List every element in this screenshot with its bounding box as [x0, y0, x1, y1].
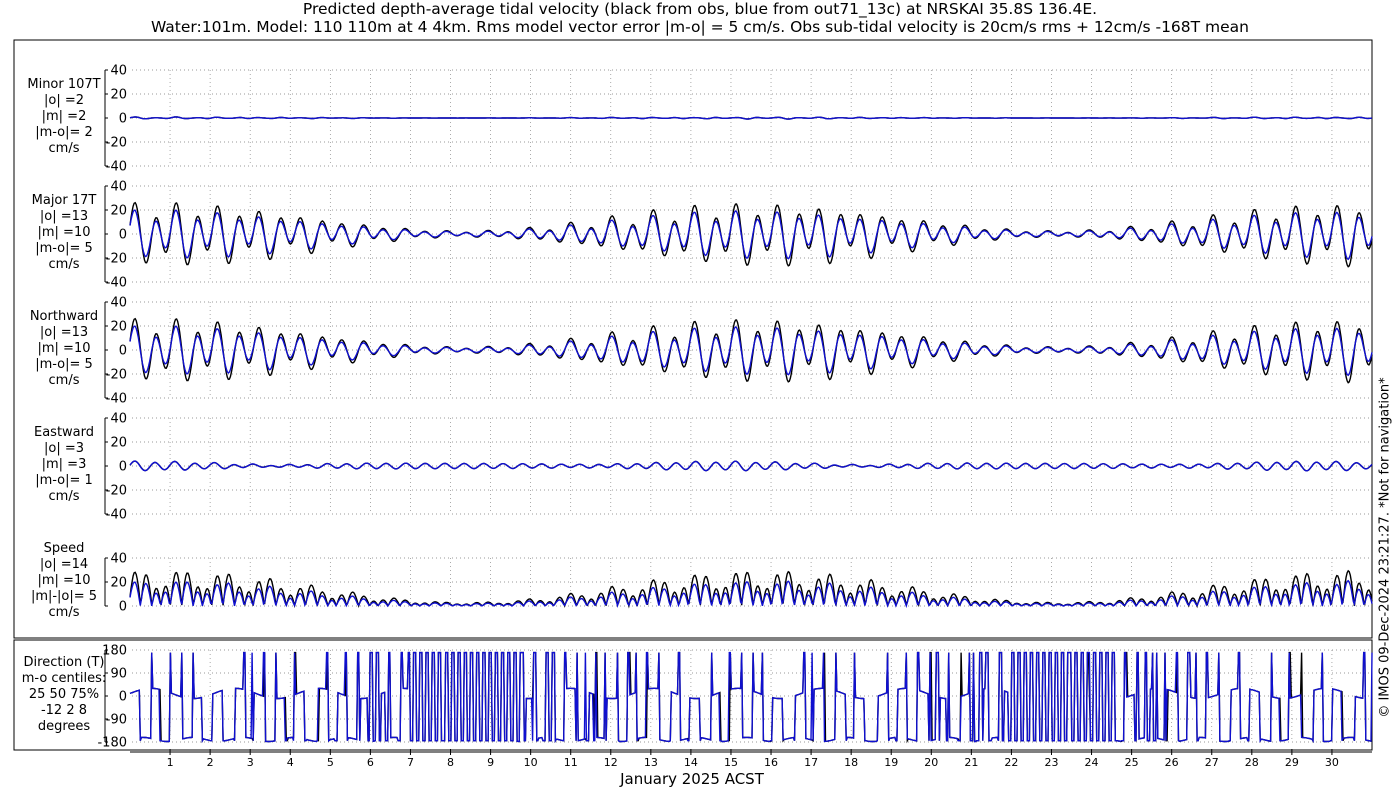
y-tick-label: -40: [106, 392, 127, 407]
x-tick-label: 16: [764, 756, 778, 769]
x-tick-label: 29: [1285, 756, 1299, 769]
y-tick-label: -20: [106, 484, 127, 499]
panel-label-minor: cm/s: [49, 141, 80, 156]
x-tick-label: 27: [1205, 756, 1219, 769]
y-tick-label: 0: [119, 600, 127, 615]
y-tick-label: 0: [119, 112, 127, 127]
x-tick-label: 1: [167, 756, 174, 769]
x-tick-label: 4: [287, 756, 294, 769]
panel-label-speed: Speed: [44, 541, 85, 556]
panel-label-speed: |o| =14: [40, 557, 88, 572]
x-tick-label: 13: [644, 756, 658, 769]
panel-label-speed: cm/s: [49, 605, 80, 620]
panel-label-direction: 25 50 75%: [29, 687, 99, 702]
x-tick-label: 7: [407, 756, 414, 769]
x-tick-label: 15: [724, 756, 738, 769]
y-tick-label: 40: [110, 412, 127, 427]
x-tick-label: 17: [804, 756, 818, 769]
y-tick-label: 20: [110, 576, 127, 591]
panel-label-northward: |m-o|= 5: [35, 357, 93, 372]
panel-label-direction: degrees: [38, 719, 91, 734]
series-model-minor: [129, 116, 1373, 120]
y-tick-label: 0: [119, 690, 127, 705]
y-tick-label: 180: [102, 644, 127, 659]
panel-label-minor: |o| =2: [44, 93, 84, 108]
upper-frame: [13, 39, 1373, 639]
panel-label-eastward: Eastward: [34, 425, 94, 440]
x-tick-label: 24: [1085, 756, 1099, 769]
x-tick-label: 28: [1245, 756, 1259, 769]
y-tick-label: 40: [110, 552, 127, 567]
panel-label-speed: |m|-|o|= 5: [31, 589, 97, 604]
y-tick-label: -20: [106, 368, 127, 383]
panel-label-major: |o| =13: [40, 209, 88, 224]
panel-label-eastward: |o| =3: [44, 441, 84, 456]
y-tick-label: 40: [110, 64, 127, 79]
panel-label-minor: |m| =2: [42, 109, 87, 124]
panel-label-direction: m-o centiles:: [22, 671, 107, 686]
x-tick-label: 18: [844, 756, 858, 769]
panel-label-major: cm/s: [49, 257, 80, 272]
y-tick-label: -20: [106, 252, 127, 267]
x-tick-label: 20: [924, 756, 938, 769]
y-tick-label: 20: [110, 320, 127, 335]
series-model-direction: [129, 651, 1373, 744]
y-tick-label: 40: [110, 296, 127, 311]
panel-label-northward: cm/s: [49, 373, 80, 388]
x-tick-label: 12: [604, 756, 618, 769]
panel-label-major: |m| =10: [38, 225, 91, 240]
panel-label-direction: -12 2 8: [41, 703, 87, 718]
y-tick-label: -40: [106, 160, 127, 175]
x-tick-label: 10: [524, 756, 538, 769]
panel-label-northward: |m| =10: [38, 341, 91, 356]
panel-label-eastward: |m| =3: [42, 457, 87, 472]
panel-label-northward: |o| =13: [40, 325, 88, 340]
y-tick-label: -20: [106, 136, 127, 151]
y-tick-label: -180: [97, 736, 127, 751]
y-tick-label: 0: [119, 344, 127, 359]
x-tick-label: 14: [684, 756, 698, 769]
panel-label-eastward: |m-o|= 1: [35, 473, 93, 488]
panel-label-minor: Minor 107T: [27, 77, 100, 92]
y-tick-label: -90: [106, 713, 127, 728]
panel-label-minor: |m-o|= 2: [35, 125, 93, 140]
tidal-velocity-chart: 40200-20-40Minor 107T|o| =2|m| =2|m-o|= …: [13, 39, 1373, 788]
x-tick-label: 22: [1004, 756, 1018, 769]
y-tick-label: 20: [110, 204, 127, 219]
series-obs-direction: [129, 651, 1373, 744]
x-tick-label: 30: [1325, 756, 1339, 769]
x-tick-label: 26: [1165, 756, 1179, 769]
panel-label-northward: Northward: [30, 309, 98, 324]
x-tick-label: 6: [367, 756, 374, 769]
x-tick-label: 8: [447, 756, 454, 769]
panel-label-speed: |m| =10: [38, 573, 91, 588]
panel-label-major: Major 17T: [32, 193, 97, 208]
panel-label-direction: Direction (T): [24, 655, 105, 670]
y-tick-label: 20: [110, 88, 127, 103]
x-axis-label: January 2025 ACST: [619, 770, 765, 788]
x-tick-label: 9: [487, 756, 494, 769]
y-tick-label: 0: [119, 460, 127, 475]
y-tick-label: 40: [110, 180, 127, 195]
y-tick-label: 0: [119, 228, 127, 243]
y-tick-label: -40: [106, 508, 127, 523]
panel-label-eastward: cm/s: [49, 489, 80, 504]
x-tick-label: 5: [327, 756, 334, 769]
x-tick-label: 19: [884, 756, 898, 769]
y-tick-label: 20: [110, 436, 127, 451]
x-tick-label: 25: [1125, 756, 1139, 769]
x-tick-label: 3: [247, 756, 254, 769]
x-tick-label: 11: [564, 756, 578, 769]
y-tick-label: 90: [110, 667, 127, 682]
x-tick-label: 23: [1044, 756, 1058, 769]
x-tick-label: 21: [964, 756, 978, 769]
panel-label-major: |m-o|= 5: [35, 241, 93, 256]
x-tick-label: 2: [207, 756, 214, 769]
y-tick-label: -40: [106, 276, 127, 291]
